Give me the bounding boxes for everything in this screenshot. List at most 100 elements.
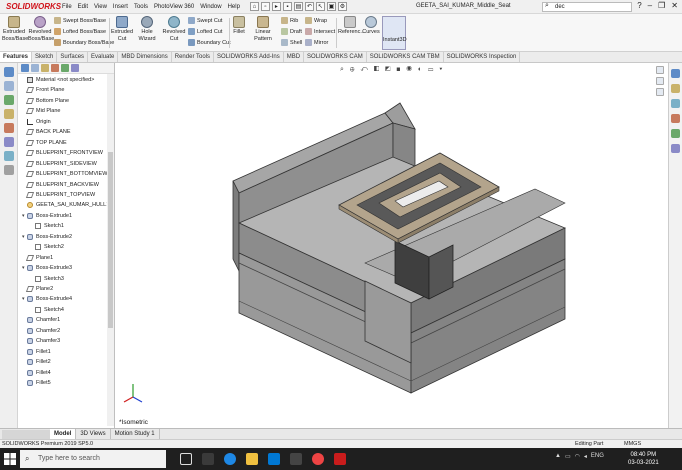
tree-item[interactable]: Sketch4 [30, 306, 64, 314]
tree-scrollbar[interactable] [107, 74, 114, 426]
fillet-button[interactable]: Fillet [231, 16, 247, 36]
file-explorer-icon[interactable] [671, 99, 680, 108]
tree-item[interactable]: BACK PLANE [22, 128, 71, 136]
tree-item[interactable]: Chamfer2 [22, 327, 60, 335]
shell-button[interactable]: Shell [281, 38, 302, 48]
tab-scroll-buttons[interactable] [2, 429, 50, 439]
appearances-icon[interactable] [671, 129, 680, 138]
tree-item[interactable]: Sketch2 [30, 243, 64, 251]
tree-item[interactable]: BLUEPRINT_TOPVIEW [22, 191, 95, 199]
lofted-cut-button[interactable]: Lofted Cut [188, 27, 222, 37]
display-style-icon[interactable] [3, 81, 14, 91]
feature-manager-icon[interactable] [21, 64, 29, 72]
view-orientation-icon[interactable] [3, 67, 14, 77]
store-icon[interactable] [290, 453, 302, 465]
tree-item[interactable]: Chamfer3 [22, 337, 60, 345]
tree-item[interactable]: GEETA_SAI_KUMAR_HULL1->? [22, 201, 114, 209]
volume-icon[interactable]: ◂ [584, 453, 587, 460]
search-input[interactable]: ⌕ dec [542, 2, 632, 12]
undo-icon[interactable]: ↶ [304, 2, 314, 11]
tree-item[interactable]: Mid Plane [22, 107, 60, 115]
tree-item[interactable]: BLUEPRINT_SIDEVIEW [22, 160, 97, 168]
close-button[interactable]: ✕ [671, 1, 678, 10]
scene-icon[interactable] [3, 123, 14, 133]
solidworks-taskbar-icon[interactable] [334, 453, 346, 465]
options-icon[interactable]: ⚙ [337, 2, 347, 11]
boundary-boss-button[interactable]: Boundary Boss/Base [54, 38, 114, 48]
tree-item[interactable]: Fillet1 [22, 348, 51, 356]
dimxpert-icon[interactable] [51, 64, 59, 72]
tab-cam[interactable]: SOLIDWORKS CAM [304, 52, 367, 62]
tree-item[interactable]: ▾ Boss-Extrude3 [22, 264, 72, 272]
tab-features[interactable]: Features [0, 52, 33, 62]
view-settings-icon[interactable] [3, 137, 14, 147]
solidworks-logo[interactable]: SOLIDWORKS [0, 2, 62, 11]
print-icon[interactable]: ▤ [293, 2, 303, 11]
rib-button[interactable]: Rib [281, 16, 298, 26]
tree-item[interactable]: ▾ Boss-Extrude1 [22, 212, 72, 220]
menu-photoview[interactable]: PhotoView 360 [154, 4, 194, 10]
menu-file[interactable]: File [62, 4, 72, 10]
tree-item[interactable]: BLUEPRINT_BOTTOMVIEW [22, 170, 107, 178]
tree-item[interactable]: Sketch1 [30, 222, 64, 230]
taskbar-search-input[interactable]: ⌕ Type here to search [20, 450, 166, 468]
extruded-boss-button[interactable]: Extruded Boss/Base [2, 16, 28, 43]
menu-window[interactable]: Window [200, 4, 221, 10]
help-icon[interactable]: ? [637, 1, 641, 10]
select-icon[interactable]: ↖ [315, 2, 325, 11]
windows-start-icon[interactable] [4, 453, 16, 465]
edge-browser-icon[interactable] [224, 453, 236, 465]
intersect-button[interactable]: Intersect [305, 27, 335, 37]
new-document-icon[interactable]: ▫ [260, 2, 270, 11]
save-icon[interactable]: ▪ [282, 2, 292, 11]
tree-item[interactable]: Chamfer1 [22, 316, 60, 324]
draft-button[interactable]: Draft [281, 27, 302, 37]
linear-pattern-button[interactable]: Linear Pattern [248, 16, 278, 43]
tree-item[interactable]: Fillet2 [22, 358, 51, 366]
open-icon[interactable]: ▸ [271, 2, 281, 11]
tree-item[interactable]: BLUEPRINT_BACKVIEW [22, 181, 99, 189]
media-icon[interactable] [202, 453, 214, 465]
home-icon[interactable]: ⌂ [249, 2, 259, 11]
model-view[interactable] [115, 63, 668, 428]
instant3d-button[interactable]: Instant3D [382, 16, 407, 50]
tab-cam-tbm[interactable]: SOLIDWORKS CAM TBM [367, 52, 444, 62]
revolved-boss-button[interactable]: Revolved Boss/Base [28, 16, 54, 43]
tree-item[interactable]: Fillet4 [22, 369, 51, 377]
task-view-icon[interactable] [180, 453, 192, 465]
menu-help[interactable]: Help [228, 4, 240, 10]
extruded-cut-button[interactable]: Extruded Cut [111, 16, 133, 43]
custom-properties-icon[interactable] [671, 144, 680, 153]
tree-item[interactable]: Plane1 [22, 254, 53, 262]
tab-render-tools[interactable]: Render Tools [172, 52, 215, 62]
tab-3d-views[interactable]: 3D Views [76, 429, 111, 439]
solidworks-resources-icon[interactable] [671, 69, 680, 78]
tree-item[interactable]: ▾ Boss-Extrude2 [22, 233, 72, 241]
file-explorer-icon[interactable] [246, 453, 258, 465]
wifi-icon[interactable]: ◠ [575, 453, 580, 460]
tree-item[interactable]: Bottom Plane [22, 97, 69, 105]
property-manager-icon[interactable] [31, 64, 39, 72]
graphics-area[interactable]: ⌕ ⊕ ↶ ◧ ◩ ◼ ◉ ◐ ▭ ▾ *Isometric [115, 63, 668, 428]
tree-item[interactable]: Material <not specified> [22, 76, 94, 84]
tree-item[interactable]: Sketch3 [30, 275, 64, 283]
network-icon[interactable]: ▲ [555, 453, 561, 460]
menu-insert[interactable]: Insert [113, 4, 128, 10]
display-manager-icon[interactable] [61, 64, 69, 72]
tree-item[interactable]: ▾ Boss-Extrude4 [22, 295, 72, 303]
swept-cut-button[interactable]: Swept Cut [188, 16, 222, 26]
tab-inspection[interactable]: SOLIDWORKS Inspection [444, 52, 521, 62]
design-library-icon[interactable] [671, 84, 680, 93]
tree-scrollbar-thumb[interactable] [108, 152, 113, 328]
mirror-button[interactable]: Mirror [305, 38, 328, 48]
tab-sketch[interactable]: Sketch [32, 52, 58, 62]
tree-item[interactable]: Front Plane [22, 86, 64, 94]
swept-boss-button[interactable]: Swept Boss/Base [54, 16, 106, 26]
mail-icon[interactable] [268, 453, 280, 465]
tab-evaluate[interactable]: Evaluate [88, 52, 119, 62]
menu-tools[interactable]: Tools [134, 4, 148, 10]
battery-icon[interactable]: ▭ [565, 453, 571, 460]
tree-item[interactable]: BLUEPRINT_FRONTVIEW [22, 149, 103, 157]
tree-item[interactable]: Plane2 [22, 285, 53, 293]
tab-surfaces[interactable]: Surfaces [57, 52, 89, 62]
